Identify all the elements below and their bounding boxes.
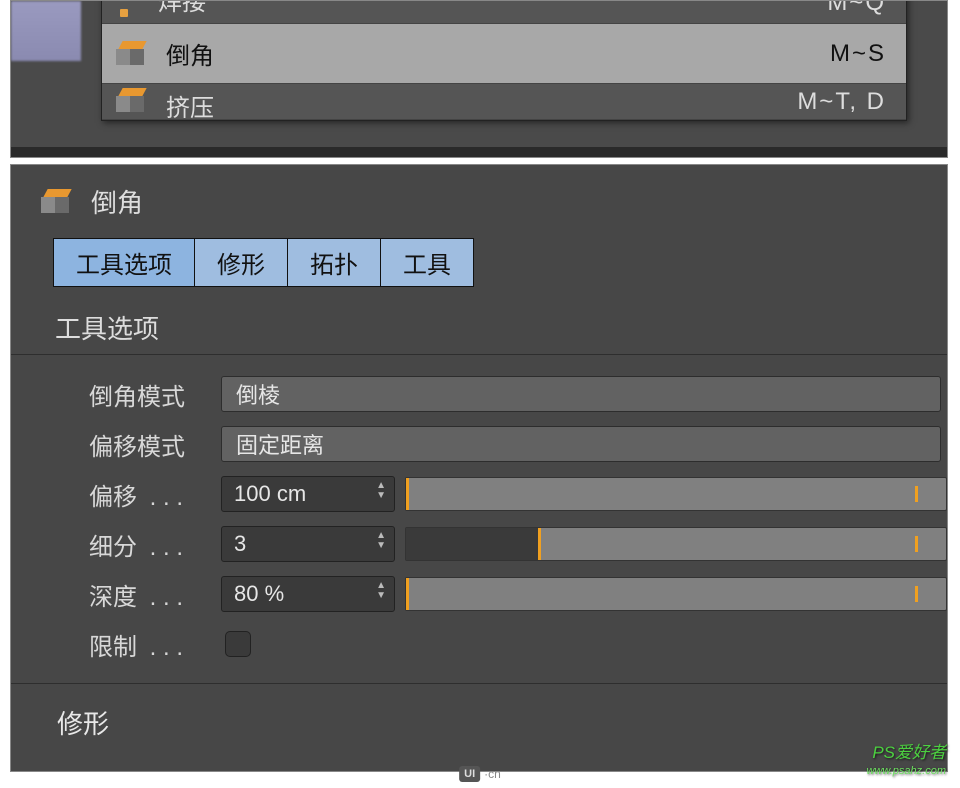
cube-icon <box>116 88 148 114</box>
limit-checkbox[interactable] <box>225 631 251 657</box>
watermark-suffix: ·cn <box>484 767 501 781</box>
row-offset: 偏移 . . . 100 cm ▲▼ <box>11 469 947 519</box>
menu-item-label: 倒角 <box>166 36 830 71</box>
spinner-value: 80 % <box>234 581 284 607</box>
spinner-arrows-icon[interactable]: ▲▼ <box>376 531 386 551</box>
spinner-arrows-icon[interactable]: ▲▼ <box>376 581 386 601</box>
depth-input[interactable]: 80 % ▲▼ <box>221 576 395 612</box>
menu-item-shortcut: M~T, D <box>797 88 886 116</box>
tab-tool[interactable]: 工具 <box>380 238 474 287</box>
row-bevel-mode: 倒角模式 倒棱 <box>11 369 947 419</box>
cube-icon <box>116 41 148 67</box>
label-bevel-mode: 倒角模式 <box>89 377 213 412</box>
menu-item-extrude[interactable]: 挤压 M~T, D <box>102 84 906 120</box>
section-footer-shaping: 修形 <box>11 683 947 741</box>
cube-icon <box>41 189 73 215</box>
depth-slider[interactable] <box>405 577 947 611</box>
watermark-badge: UI <box>459 766 480 782</box>
row-subdivision: 细分 . . . 3 ▲▼ <box>11 519 947 569</box>
watermark-line1: PS爱好者 <box>872 743 946 762</box>
dropdown-offset-mode[interactable]: 固定距离 <box>221 426 941 462</box>
slider-tick-icon <box>915 486 918 502</box>
subdivision-slider[interactable] <box>405 527 947 561</box>
section-header: 工具选项 <box>11 295 947 355</box>
row-offset-mode: 偏移模式 固定距离 <box>11 419 947 469</box>
context-menu: 焊接 M~Q 倒角 M~S 挤压 M~T, D <box>101 0 907 121</box>
viewport-background <box>11 1 81 61</box>
label-offset: 偏移 . . . <box>89 477 213 512</box>
watermark-ui: UI ·cn <box>459 766 501 782</box>
label-limit: 限制 . . . <box>89 627 213 662</box>
tab-shaping[interactable]: 修形 <box>194 238 287 287</box>
watermark-line2: www.psahz.com <box>867 762 946 780</box>
tab-tool-options[interactable]: 工具选项 <box>53 238 194 287</box>
dropdown-value: 倒棱 <box>236 378 280 410</box>
tab-row: 工具选项 修形 拓扑 工具 <box>53 238 947 287</box>
menu-item-label: 挤压 <box>166 88 797 123</box>
spinner-arrows-icon[interactable]: ▲▼ <box>376 481 386 501</box>
dropdown-bevel-mode[interactable]: 倒棱 <box>221 376 941 412</box>
row-depth: 深度 . . . 80 % ▲▼ <box>11 569 947 619</box>
menu-item-bevel[interactable]: 倒角 M~S <box>102 24 906 84</box>
subdivision-input[interactable]: 3 ▲▼ <box>221 526 395 562</box>
panel-title: 倒角 <box>91 183 143 220</box>
watermark-ps: PS爱好者 www.psahz.com <box>867 744 946 780</box>
menu-item-label: 焊接 <box>158 0 827 17</box>
dropdown-value: 固定距离 <box>236 428 324 460</box>
menu-item-weld[interactable]: 焊接 M~Q <box>102 0 906 24</box>
offset-slider[interactable] <box>405 477 947 511</box>
menu-strip: 焊接 M~Q 倒角 M~S 挤压 M~T, D <box>10 0 948 158</box>
offset-input[interactable]: 100 cm ▲▼ <box>221 476 395 512</box>
menu-item-shortcut: M~S <box>830 40 886 68</box>
dot-icon <box>120 9 128 17</box>
label-subdivision: 细分 . . . <box>89 527 213 562</box>
slider-tick-icon <box>915 586 918 602</box>
slider-tick-icon <box>915 536 918 552</box>
divider <box>11 147 947 157</box>
label-depth: 深度 . . . <box>89 577 213 612</box>
tab-topology[interactable]: 拓扑 <box>287 238 380 287</box>
row-limit: 限制 . . . <box>11 619 947 669</box>
tool-panel: 倒角 工具选项 修形 拓扑 工具 工具选项 倒角模式 倒棱 偏移模式 固定距离 … <box>10 164 948 772</box>
label-offset-mode: 偏移模式 <box>89 427 213 462</box>
spinner-value: 3 <box>234 531 246 557</box>
property-rows: 倒角模式 倒棱 偏移模式 固定距离 偏移 . . . 100 cm ▲▼ <box>11 361 947 669</box>
spinner-value: 100 cm <box>234 481 306 507</box>
panel-header: 倒角 <box>11 165 947 230</box>
menu-item-shortcut: M~Q <box>827 0 886 17</box>
